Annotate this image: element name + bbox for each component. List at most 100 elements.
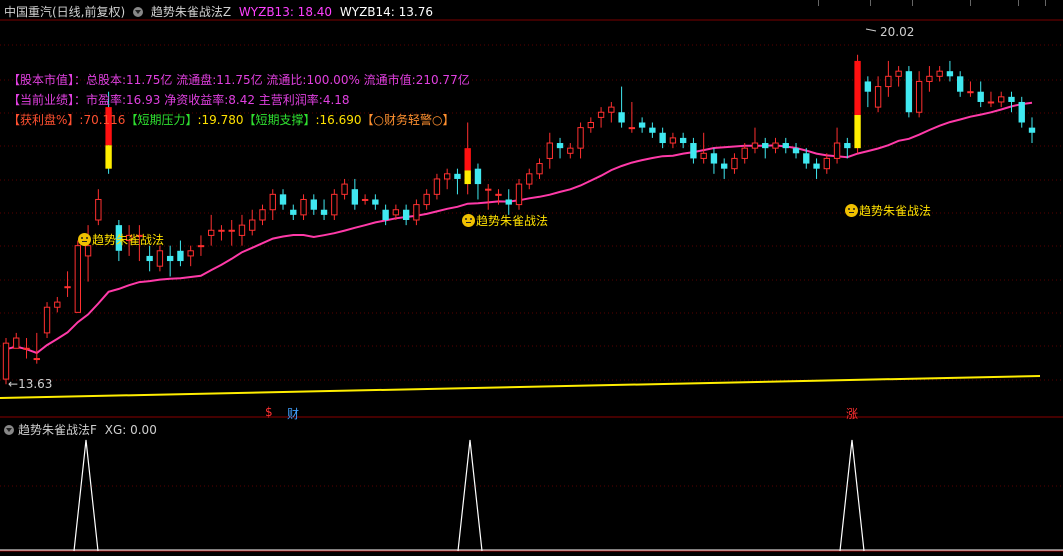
candle-body-up	[2, 342, 10, 380]
candle-body-up	[526, 173, 533, 185]
candle-body-down	[792, 148, 800, 154]
candle-body-up	[259, 209, 266, 221]
candle-body-up	[95, 198, 102, 221]
candle-body-down	[762, 143, 769, 149]
candle-body-down	[146, 255, 153, 262]
candle-body-down	[721, 163, 728, 169]
candle-body-up	[515, 183, 523, 206]
candle-body-down	[290, 209, 297, 215]
candle-body-down	[946, 71, 954, 77]
candle-body-down	[977, 91, 984, 102]
candle-body-up	[33, 358, 40, 361]
candle-body-up	[54, 301, 61, 308]
wyzb14-value: WYZB14: 13.76	[339, 5, 434, 19]
candle-body-up	[567, 147, 574, 154]
smiley-icon	[845, 204, 858, 217]
xg-spike	[457, 439, 483, 552]
indicator-menu-icon[interactable]	[133, 7, 144, 17]
candle-body-up	[926, 75, 933, 82]
finance-warning: 【○财务轻警○】	[361, 113, 455, 127]
info-line-levels: 【获利盘%】:70.116【短期压力】:19.780【短期支撑】:16.690【…	[8, 111, 454, 128]
stock-chart-window: 中国重汽(日线,前复权) 趋势朱雀战法Z WYZB13: 18.40 WYZB1…	[0, 0, 1063, 556]
candle-body-up	[823, 157, 830, 170]
smiley-icon	[462, 214, 475, 227]
candle-body-up	[197, 245, 205, 248]
profit-ratio: 【获利盘%】:70.116	[8, 113, 126, 127]
candle-body-up	[833, 142, 841, 159]
candle-body-up	[987, 101, 995, 104]
candle-body-up	[361, 198, 369, 201]
candle-body-up	[967, 91, 974, 94]
candle-body-up	[874, 86, 882, 108]
candle-body-up	[413, 204, 420, 221]
candle-body-up	[577, 127, 584, 149]
high-price-label: 20.02	[880, 25, 915, 39]
candle-body-up	[546, 142, 553, 159]
candle-body-down	[454, 173, 461, 179]
candle-body-up	[331, 193, 338, 216]
stock-name: 中国重汽(日线,前复权)	[4, 5, 126, 19]
signal-bar-yellow	[854, 115, 861, 149]
low-price-label: ←13.63	[8, 377, 53, 391]
candle-body-down	[844, 143, 851, 149]
candle-body-down	[505, 199, 512, 205]
indicator-name[interactable]: 趋势朱雀战法Z	[151, 5, 231, 19]
candle-body-down	[1028, 127, 1036, 133]
candle-body-down	[382, 209, 389, 220]
candle-body-down	[402, 209, 410, 220]
wyzb13-value: WYZB13: 18.40	[238, 5, 333, 19]
xg-spike	[839, 439, 865, 552]
event-marker-zhang[interactable]: 涨	[846, 405, 858, 422]
sub-indicator-name[interactable]: 趋势朱雀战法F	[18, 423, 97, 437]
xg-spike	[73, 439, 99, 552]
candle-body-up	[731, 157, 738, 170]
candle-body-up	[669, 137, 677, 144]
candle-body-down	[618, 112, 625, 123]
candle-body-up	[536, 163, 543, 175]
candle-body-up	[249, 219, 256, 231]
candle-body-up	[936, 70, 943, 77]
candle-body-up	[433, 178, 441, 195]
long-ma-line	[0, 375, 1041, 399]
candle-body-down	[556, 143, 564, 149]
candle-body-up	[269, 193, 276, 211]
candle-body-down	[679, 137, 687, 144]
sub-indicator-menu-icon[interactable]	[4, 425, 14, 435]
candle-body-down	[1008, 96, 1015, 102]
candle-body-up	[228, 229, 235, 232]
candle-body-up	[772, 142, 779, 149]
candle-body-down	[864, 81, 872, 92]
candle-body-up	[300, 198, 307, 216]
short-pressure-label: 【短期压力】	[125, 113, 198, 127]
candle-body-up	[392, 209, 400, 216]
candle-body-up	[74, 245, 82, 313]
candle-body-down	[956, 76, 964, 92]
candle-body-down	[813, 163, 820, 169]
candle-body-up	[13, 337, 20, 349]
candle-body-up	[23, 347, 30, 350]
smiley-icon	[78, 233, 91, 246]
signal-bar-yellow	[105, 145, 112, 169]
signal-bar-red	[464, 148, 471, 171]
candle-body-up	[751, 142, 759, 149]
candle-body-up	[187, 250, 194, 257]
candle-body-up	[628, 127, 636, 130]
signal-bar-red	[854, 60, 861, 116]
xg-value: XG: 0.00	[104, 423, 157, 437]
signal-label-1: 趋势朱雀战法	[78, 231, 164, 248]
chart-header: 中国重汽(日线,前复权) 趋势朱雀战法Z WYZB13: 18.40 WYZB1…	[0, 0, 1063, 20]
info-line-capital: 【股本市值】：总股本:11.75亿 流通盘:11.75亿 流通比:100.00%…	[8, 73, 470, 87]
short-support-label: 【短期支撑】	[243, 113, 316, 127]
candle-body-up	[208, 229, 215, 236]
candle-body-down	[372, 199, 379, 205]
signal-label-2: 趋势朱雀战法	[462, 212, 548, 229]
candle-body-down	[649, 127, 656, 133]
candle-body-down	[659, 132, 666, 144]
candle-body-up	[218, 229, 225, 232]
event-marker-cai[interactable]: 财	[287, 405, 299, 422]
high-marker	[865, 28, 877, 32]
signal-label-3: 趋势朱雀战法	[845, 202, 931, 219]
candle-body-up	[443, 173, 451, 180]
candle-body-down	[474, 168, 482, 185]
event-marker-s[interactable]: $	[265, 405, 273, 419]
